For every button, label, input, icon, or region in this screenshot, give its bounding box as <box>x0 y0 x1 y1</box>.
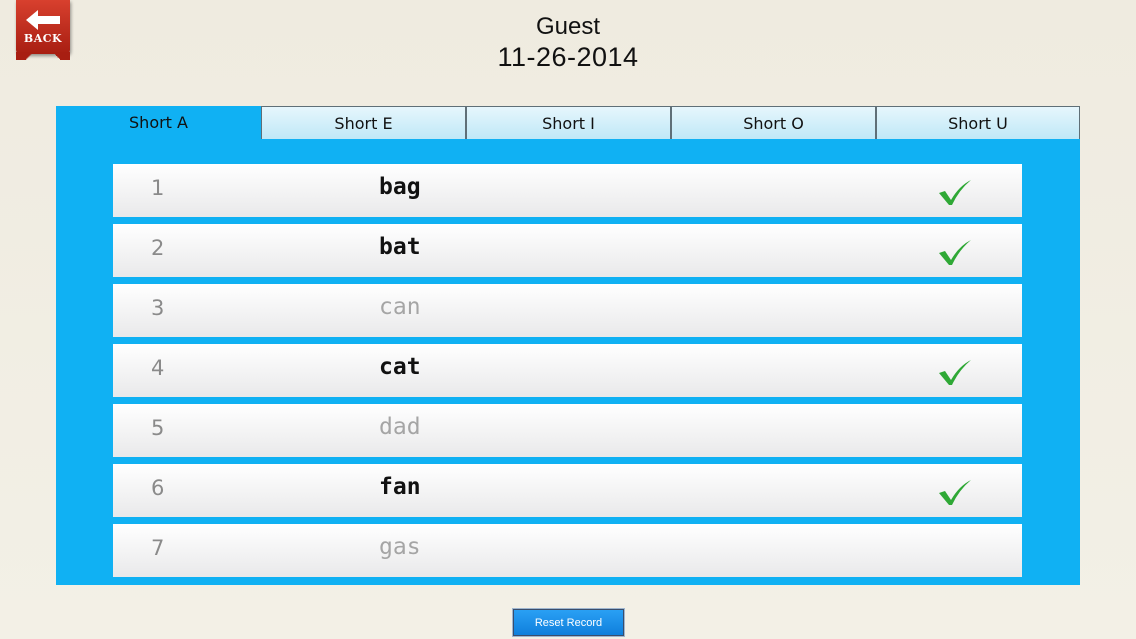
item-word: bag <box>379 174 421 200</box>
list-item[interactable]: 5 dad <box>113 404 1022 457</box>
tab-short-o[interactable]: Short O <box>671 106 876 139</box>
item-number: 6 <box>151 476 165 500</box>
tab-short-i[interactable]: Short I <box>466 106 671 139</box>
tab-short-a[interactable]: Short A <box>56 106 261 139</box>
list-item[interactable]: 2 bat <box>113 224 1022 277</box>
item-number: 1 <box>151 176 165 200</box>
item-number: 4 <box>151 356 165 380</box>
list-item[interactable]: 7 gas <box>113 524 1022 577</box>
item-word: bat <box>379 234 421 260</box>
word-list-panel: Short A Short E Short I Short O Short U … <box>56 106 1080 585</box>
item-number: 2 <box>151 236 165 260</box>
item-number: 7 <box>151 536 165 560</box>
checkmark-icon <box>939 480 971 505</box>
item-word: cat <box>379 354 421 380</box>
tab-short-e[interactable]: Short E <box>261 106 466 139</box>
word-list: 1 bag 2 bat 3 can 4 cat 5 dad 6 fan 7 ga… <box>113 164 1022 584</box>
checkmark-icon <box>939 360 971 385</box>
tab-short-u[interactable]: Short U <box>876 106 1080 139</box>
checkmark-icon <box>939 180 971 205</box>
item-word: fan <box>379 474 421 500</box>
item-number: 3 <box>151 296 165 320</box>
list-item[interactable]: 1 bag <box>113 164 1022 217</box>
record-date: 11-26-2014 <box>497 42 639 72</box>
item-word: gas <box>379 534 421 560</box>
list-item[interactable]: 4 cat <box>113 344 1022 397</box>
checkmark-icon <box>939 240 971 265</box>
page-header: Guest 11-26-2014 <box>0 12 1136 72</box>
item-number: 5 <box>151 416 165 440</box>
list-item[interactable]: 3 can <box>113 284 1022 337</box>
reset-record-button[interactable]: Reset Record <box>513 609 624 636</box>
item-word: dad <box>379 414 421 440</box>
list-item[interactable]: 6 fan <box>113 464 1022 517</box>
tab-bar: Short A Short E Short I Short O Short U <box>56 106 1080 139</box>
user-name: Guest <box>535 13 601 40</box>
item-word: can <box>379 294 421 320</box>
